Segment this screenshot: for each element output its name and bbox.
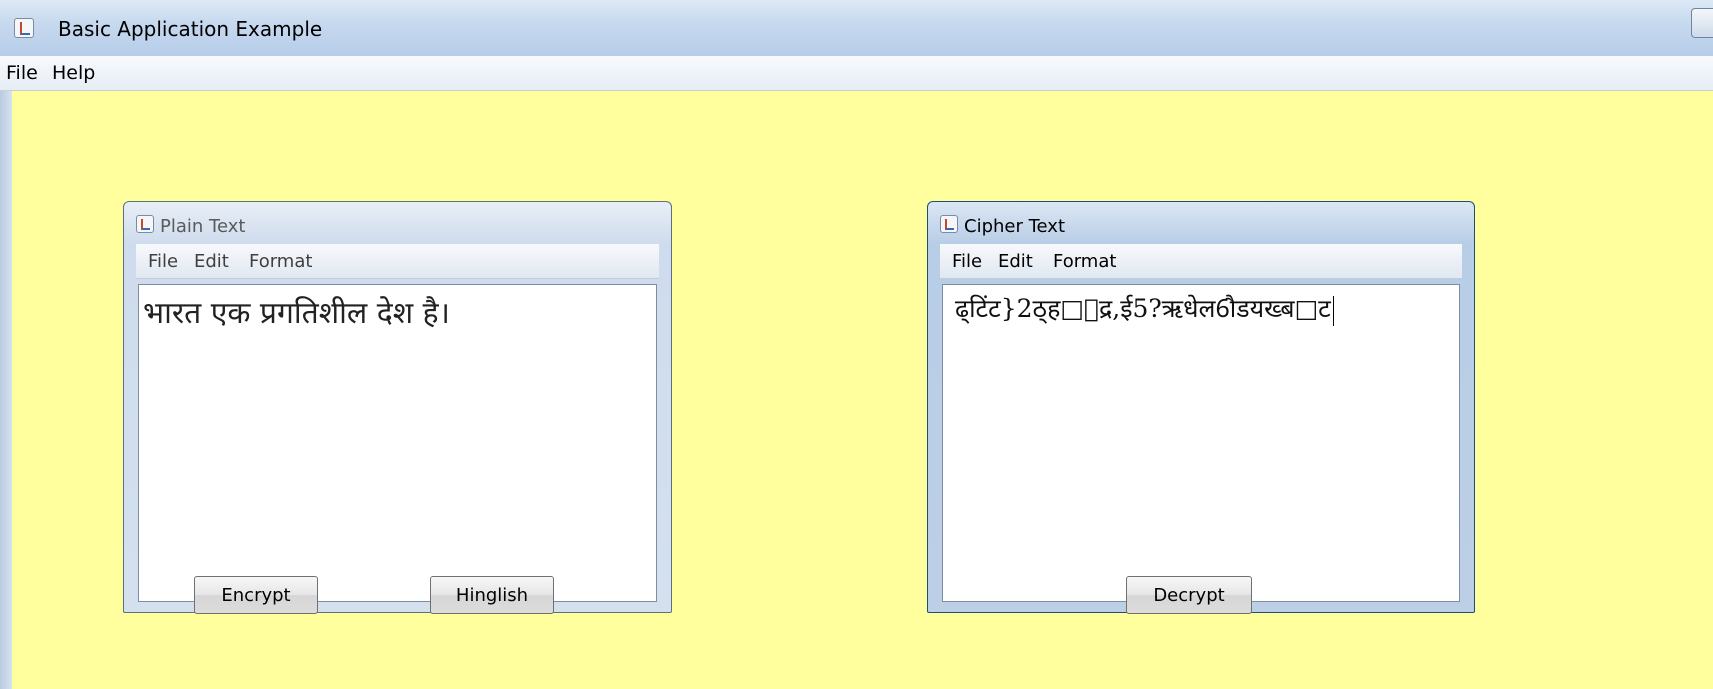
window-titlebar: Basic Application Example <box>0 0 1713 57</box>
hinglish-button[interactable]: Hinglish <box>430 576 554 614</box>
cipher-menu-file[interactable]: File <box>952 251 982 272</box>
plain-menu-format[interactable]: Format <box>249 251 312 272</box>
cipher-text-area[interactable]: ढ्टिंट}2ठ्ह□ाद्र,ई5?ऋधेल6ौडयख्ब□ट <box>942 284 1460 602</box>
java-app-icon <box>14 18 34 38</box>
cipher-text-menubar: File Edit Format <box>940 244 1462 279</box>
window-title: Basic Application Example <box>58 17 323 41</box>
menu-help[interactable]: Help <box>52 62 95 84</box>
plain-text-title: Plain Text <box>160 216 246 237</box>
cipher-menu-edit[interactable]: Edit <box>998 251 1033 272</box>
cipher-text-frame: Cipher Text File Edit Format ढ्टिंट}2ठ्ह… <box>927 201 1475 613</box>
cipher-text-title: Cipher Text <box>964 216 1066 237</box>
encrypt-button[interactable]: Encrypt <box>194 576 318 614</box>
desktop-pane: Plain Text File Edit Format भारत एक प्रग… <box>0 91 1713 689</box>
minimize-button[interactable] <box>1691 8 1713 38</box>
plain-menu-file[interactable]: File <box>148 251 178 272</box>
plain-menu-edit[interactable]: Edit <box>194 251 229 272</box>
plain-text-menubar: File Edit Format <box>136 244 659 279</box>
main-menubar: File Help <box>0 56 1713 91</box>
plain-text-frame: Plain Text File Edit Format भारत एक प्रग… <box>123 201 672 613</box>
plain-text-area[interactable]: भारत एक प्रगतिशील देश है। <box>138 284 657 602</box>
cipher-menu-format[interactable]: Format <box>1053 251 1116 272</box>
menu-file[interactable]: File <box>6 62 38 84</box>
decrypt-button[interactable]: Decrypt <box>1126 576 1252 614</box>
java-frame-icon <box>136 215 154 233</box>
java-frame-icon <box>940 215 958 233</box>
